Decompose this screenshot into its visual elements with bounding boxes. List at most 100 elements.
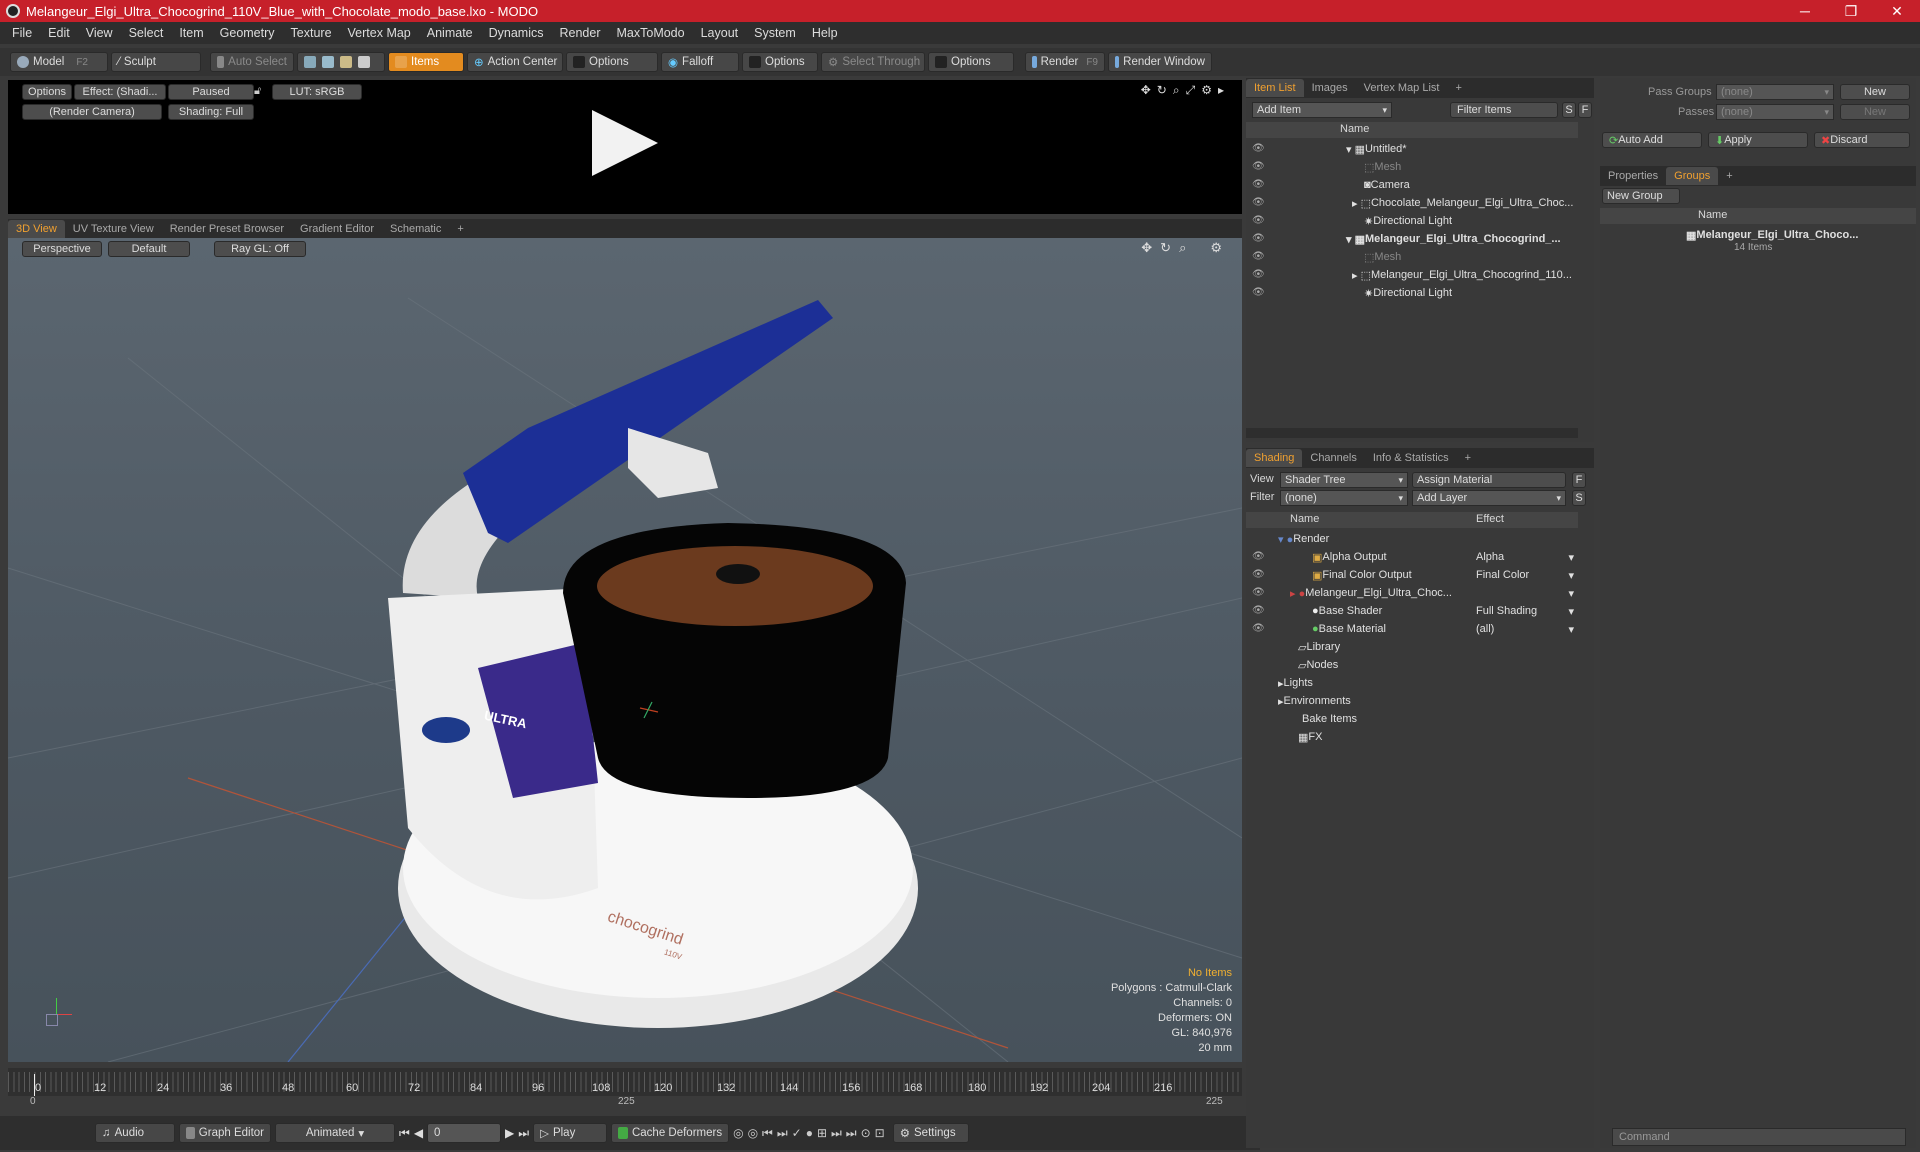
tree-item-mesh[interactable]: ⬚ Mesh bbox=[1364, 158, 1401, 176]
eye-icon[interactable]: 👁︎ bbox=[1252, 140, 1266, 158]
render-window-button[interactable]: Render Window bbox=[1108, 52, 1212, 72]
render-options-button[interactable]: Options bbox=[22, 84, 72, 100]
falloff-button[interactable]: ◉ Falloff bbox=[661, 52, 739, 72]
shading-f-button[interactable]: F bbox=[1572, 472, 1586, 488]
add-tab-button[interactable]: + bbox=[449, 220, 471, 238]
shading-dropdown[interactable]: Shading: Full bbox=[168, 104, 254, 120]
effect-dropdown[interactable]: Effect: (Shadi... bbox=[74, 84, 166, 100]
shader-row-render[interactable]: ▾ ● Render bbox=[1278, 530, 1329, 548]
step-back-icon[interactable]: ◀ bbox=[414, 1126, 423, 1140]
action-center-button[interactable]: ⊕ Action Center bbox=[467, 52, 563, 72]
filter-f-button[interactable]: F bbox=[1578, 102, 1592, 118]
tree-item-mesh[interactable]: ⬚ Mesh bbox=[1364, 248, 1401, 266]
shader-row-base-material[interactable]: ● Base Material bbox=[1312, 620, 1386, 638]
eye-icon[interactable]: 👁︎ bbox=[1252, 548, 1266, 566]
shader-view-dropdown[interactable]: Shader Tree bbox=[1280, 472, 1408, 488]
skip-start-icon[interactable]: ⏮ bbox=[399, 1126, 410, 1141]
passes-dropdown[interactable]: (none) bbox=[1716, 104, 1834, 120]
tab-render-preset-browser[interactable]: Render Preset Browser bbox=[162, 220, 292, 238]
material-mode-icon[interactable] bbox=[358, 56, 370, 68]
model-mode-button[interactable]: Model F2 bbox=[10, 52, 108, 72]
new-pass-group-button[interactable]: New bbox=[1840, 84, 1910, 100]
menu-select[interactable]: Select bbox=[121, 26, 172, 40]
filter-items-input[interactable]: Filter Items bbox=[1450, 102, 1558, 118]
tab-schematic[interactable]: Schematic bbox=[382, 220, 449, 238]
visibility-column[interactable]: 👁︎ 👁︎ 👁︎ 👁︎ 👁︎ 👁︎ 👁︎ 👁︎ 👁︎ bbox=[1252, 140, 1266, 300]
tab-item-list[interactable]: Item List bbox=[1246, 79, 1304, 97]
menu-vertex-map[interactable]: Vertex Map bbox=[340, 26, 419, 40]
cache-deformers-button[interactable]: Cache Deformers bbox=[611, 1123, 730, 1143]
menu-animate[interactable]: Animate bbox=[419, 26, 481, 40]
eye-icon[interactable]: 👁︎ bbox=[1252, 284, 1266, 302]
menu-dynamics[interactable]: Dynamics bbox=[481, 26, 552, 40]
effect-alpha[interactable]: Alpha ▾ bbox=[1476, 548, 1576, 566]
lut-dropdown[interactable]: LUT: sRGB bbox=[272, 84, 362, 100]
horizontal-scrollbar[interactable] bbox=[1246, 428, 1578, 438]
tab-images[interactable]: Images bbox=[1304, 79, 1356, 97]
skip-end-icon[interactable]: ⏭ bbox=[518, 1126, 529, 1141]
auto-add-button[interactable]: ⟳ Auto Add bbox=[1602, 132, 1702, 148]
keyframe-tools-icons[interactable]: ◎◎⏮⏭✓●⊞⏭⏭⊙⊡ bbox=[733, 1126, 889, 1141]
tab-uv-texture-view[interactable]: UV Texture View bbox=[65, 220, 162, 238]
visibility-column[interactable]: 👁︎ 👁︎ 👁︎ 👁︎ 👁︎ bbox=[1252, 548, 1266, 638]
shader-row-base-shader[interactable]: ● Base Shader bbox=[1312, 602, 1382, 620]
range-bar[interactable]: 0 225 225 bbox=[8, 1096, 1242, 1108]
polygon-mode-icon[interactable] bbox=[340, 56, 352, 68]
tab-channels[interactable]: Channels bbox=[1302, 449, 1364, 467]
discard-button[interactable]: ✖ Discard bbox=[1814, 132, 1910, 148]
play-arrow-icon[interactable]: ▸ bbox=[1218, 83, 1224, 98]
maximize-button[interactable]: ❐ bbox=[1828, 0, 1874, 22]
filter-dropdown[interactable]: (none) bbox=[1280, 490, 1408, 506]
eye-icon[interactable]: 👁︎ bbox=[1252, 212, 1266, 230]
add-item-dropdown[interactable]: Add Item bbox=[1252, 102, 1392, 118]
add-tab-button[interactable]: + bbox=[1457, 449, 1479, 467]
menu-view[interactable]: View bbox=[78, 26, 121, 40]
settings-button[interactable]: ⚙ Settings bbox=[892, 1123, 969, 1143]
tab-vertex-map-list[interactable]: Vertex Map List bbox=[1356, 79, 1448, 97]
tab-properties[interactable]: Properties bbox=[1600, 167, 1666, 185]
eye-icon[interactable]: 👁︎ bbox=[1252, 602, 1266, 620]
effect-full-shading[interactable]: Full Shading ▾ bbox=[1476, 602, 1576, 620]
eye-icon[interactable]: 👁︎ bbox=[1252, 266, 1266, 284]
auto-select-button[interactable]: Auto Select bbox=[210, 52, 294, 72]
vertex-mode-icon[interactable] bbox=[304, 56, 316, 68]
eye-icon[interactable]: 👁︎ bbox=[1252, 158, 1266, 176]
shader-row-lights[interactable]: ▸ Lights bbox=[1278, 674, 1313, 692]
animated-dropdown[interactable]: Animated ▾ bbox=[275, 1123, 395, 1143]
tree-item-melangeur-scene[interactable]: ▾ ▦ Melangeur_Elgi_Ultra_Chocogrind_... bbox=[1346, 230, 1561, 248]
select-through-options-button[interactable]: Options bbox=[928, 52, 1014, 72]
menu-edit[interactable]: Edit bbox=[40, 26, 78, 40]
tree-item-camera[interactable]: ◙ Camera bbox=[1364, 176, 1410, 194]
play-render-icon[interactable] bbox=[592, 110, 658, 176]
eye-icon[interactable]: 👁︎ bbox=[1252, 584, 1266, 602]
eye-icon[interactable]: 👁︎ bbox=[1252, 176, 1266, 194]
3d-viewport[interactable]: Perspective Default Ray GL: Off ✥ ↻ ⌕ ⚙ ULT… bbox=[8, 238, 1242, 1062]
rotate-view-icon[interactable]: ↻ bbox=[1157, 83, 1167, 98]
shader-row-nodes[interactable]: ▱ Nodes bbox=[1298, 656, 1338, 674]
tab-info-statistics[interactable]: Info & Statistics bbox=[1365, 449, 1457, 467]
paused-toggle[interactable]: Paused bbox=[168, 84, 254, 100]
eye-icon[interactable]: 👁︎ bbox=[1252, 230, 1266, 248]
menu-system[interactable]: System bbox=[746, 26, 804, 40]
effect-material-group[interactable]: ▾ bbox=[1476, 584, 1576, 602]
menu-geometry[interactable]: Geometry bbox=[212, 26, 283, 40]
eye-icon[interactable]: 👁︎ bbox=[1252, 248, 1266, 266]
menu-layout[interactable]: Layout bbox=[693, 26, 747, 40]
assign-material-button[interactable]: Assign Material bbox=[1412, 472, 1566, 488]
minimize-button[interactable]: ─ bbox=[1782, 0, 1828, 22]
close-button[interactable]: ✕ bbox=[1874, 0, 1920, 22]
tree-item-directional-light[interactable]: ✷ Directional Light bbox=[1364, 284, 1452, 302]
menu-texture[interactable]: Texture bbox=[283, 26, 340, 40]
shader-row-environments[interactable]: ▸ Environments bbox=[1278, 692, 1351, 710]
tree-item-untitled[interactable]: ▾ ▦ Untitled* bbox=[1346, 140, 1407, 158]
edge-mode-icon[interactable] bbox=[322, 56, 334, 68]
graph-editor-button[interactable]: Graph Editor bbox=[179, 1123, 271, 1143]
lock-icon[interactable]: 🔓︎ bbox=[254, 85, 261, 98]
tree-item-chocolate-mesh[interactable]: ▸ ⬚ Chocolate_Melangeur_Elgi_Ultra_Choc.… bbox=[1352, 194, 1573, 212]
render-preview[interactable]: Options Effect: (Shadi... Paused 🔓︎ LUT:… bbox=[8, 80, 1242, 214]
menu-help[interactable]: Help bbox=[804, 26, 846, 40]
tab-groups[interactable]: Groups bbox=[1666, 167, 1719, 185]
tab-shading[interactable]: Shading bbox=[1246, 449, 1303, 467]
add-tab-button[interactable]: + bbox=[1447, 79, 1469, 97]
shader-row-fx[interactable]: ▦ FX bbox=[1298, 728, 1322, 746]
